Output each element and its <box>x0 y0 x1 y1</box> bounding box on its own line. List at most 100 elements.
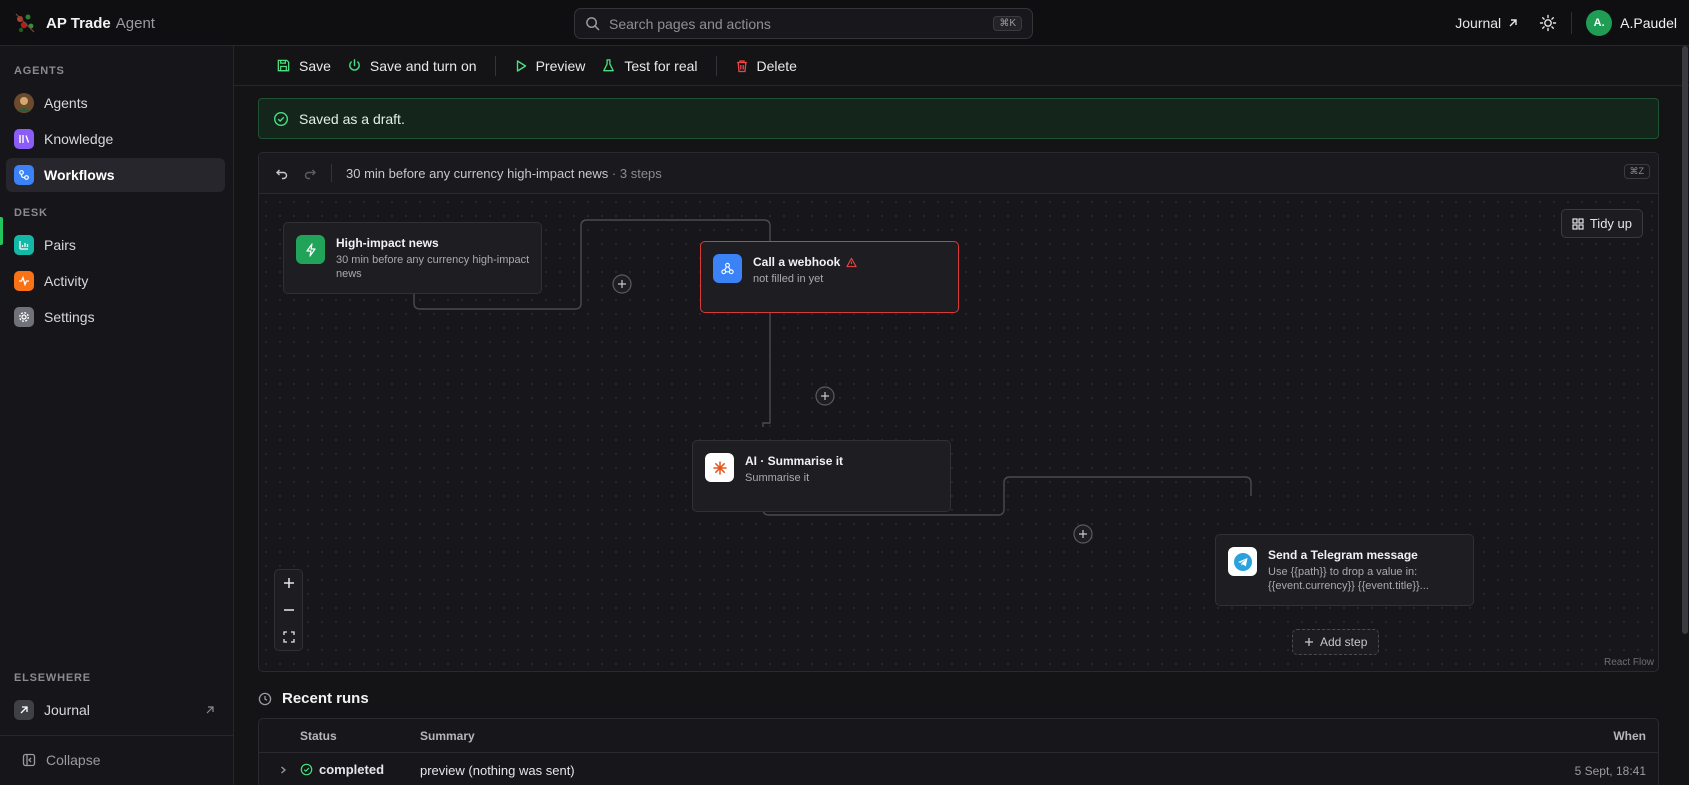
node-webhook[interactable]: Call a webhook not filled in yet <box>700 241 959 313</box>
sidebar-item-pairs[interactable]: Pairs <box>6 228 225 262</box>
gear-icon <box>14 307 34 327</box>
sidebar-item-label: Settings <box>44 309 95 325</box>
delete-button[interactable]: Delete <box>727 51 805 81</box>
runs-table: Status Summary When completed preview (n… <box>258 718 1659 785</box>
fit-view-button[interactable] <box>275 623 302 650</box>
recent-runs-title: Recent runs <box>282 690 369 707</box>
sidebar-collapse-icon <box>22 753 36 767</box>
recent-runs-heading: Recent runs <box>258 690 369 707</box>
search-placeholder: Search pages and actions <box>609 15 771 32</box>
column-when[interactable]: When <box>1613 729 1646 743</box>
chevron-right-icon[interactable] <box>278 765 288 775</box>
sidebar-item-settings[interactable]: Settings <box>6 300 225 334</box>
run-status-text: completed <box>319 762 385 777</box>
node-title: AI · Summarise it <box>745 454 843 468</box>
status-banner-text: Saved as a draft. <box>299 110 405 127</box>
plus-icon <box>1305 638 1313 646</box>
column-status[interactable]: Status <box>300 729 337 743</box>
node-title-text: Call a webhook <box>753 255 841 269</box>
fit-view-icon <box>282 631 295 643</box>
add-step-label: Add step <box>1320 635 1368 649</box>
top-bar: AP Trade Agent Search pages and actions … <box>0 0 1689 46</box>
external-link-icon <box>14 700 34 720</box>
node-title-text: High-impact news <box>336 236 439 250</box>
node-telegram[interactable]: Send a Telegram message Use {{path}} to … <box>1215 534 1474 606</box>
node-subtitle: 30 min before any currency high-impact n… <box>336 254 530 280</box>
node-subtitle: not filled in yet <box>753 273 824 285</box>
theme-toggle-icon[interactable] <box>1539 14 1557 32</box>
workflow-icon <box>14 165 34 185</box>
node-ai-summarise[interactable]: AI · Summarise it Summarise it <box>692 440 951 512</box>
node-title: High-impact news <box>336 236 439 250</box>
react-flow-attribution[interactable]: React Flow <box>1604 657 1654 668</box>
zoom-in-button[interactable] <box>275 570 302 597</box>
page-scrollbar[interactable] <box>1681 46 1689 634</box>
app-name: AP Trade <box>46 14 111 32</box>
toolbar-divider <box>494 55 496 76</box>
trash-icon <box>736 59 747 72</box>
flask-icon <box>603 59 615 72</box>
preview-button[interactable]: Preview <box>506 51 594 81</box>
sidebar-item-label: Knowledge <box>44 131 114 147</box>
sidebar-item-journal[interactable]: Journal <box>6 693 225 727</box>
telegram-icon <box>1228 547 1257 576</box>
run-when: 5 Sept, 18:41 <box>1574 764 1646 778</box>
minus-icon <box>283 609 294 611</box>
save-button[interactable]: Save <box>268 51 339 81</box>
sparkle-icon <box>705 453 734 482</box>
sidebar-section-desk: DESK <box>14 207 48 219</box>
add-step-button[interactable]: Add step <box>1292 629 1380 655</box>
play-icon <box>516 59 526 72</box>
edge-webhook-ai <box>762 308 771 427</box>
node-trigger[interactable]: High-impact news 30 min before any curre… <box>283 222 542 294</box>
sidebar-item-label: Pairs <box>44 237 76 253</box>
status-banner: Saved as a draft. <box>258 98 1659 139</box>
zoom-out-button[interactable] <box>275 597 302 624</box>
table-row[interactable]: completed preview (nothing was sent) 5 S… <box>259 753 1658 785</box>
column-summary[interactable]: Summary <box>420 729 475 743</box>
user-menu[interactable]: A. A.Paudel <box>1586 10 1677 36</box>
journal-link[interactable]: Journal <box>1455 15 1519 31</box>
clock-icon <box>258 692 272 705</box>
external-link-icon <box>1509 19 1517 27</box>
webhook-icon <box>713 254 742 283</box>
save-and-turn-on-label: Save and turn on <box>369 57 477 74</box>
library-icon <box>14 129 34 149</box>
sidebar-item-label: Agents <box>44 95 88 111</box>
brand[interactable]: AP Trade Agent <box>12 10 155 36</box>
run-summary: preview (nothing was sent) <box>420 763 575 778</box>
lightning-icon <box>296 235 325 264</box>
pulse-icon <box>14 271 34 291</box>
toolbar-divider <box>715 55 717 76</box>
editor-toolbar: Save Save and turn on Preview Test for r… <box>234 46 1689 86</box>
workflow-canvas[interactable]: 30 min before any currency high-impact n… <box>258 152 1659 672</box>
sidebar-item-label: Journal <box>44 702 90 718</box>
sidebar-item-workflows[interactable]: Workflows <box>6 158 225 192</box>
collapse-button[interactable]: Collapse <box>22 752 100 768</box>
check-circle-icon <box>300 763 313 776</box>
sidebar-section-elsewhere: ELSEWHERE <box>14 672 91 684</box>
preview-label: Preview <box>535 57 586 74</box>
collapse-label: Collapse <box>46 752 101 768</box>
warning-icon <box>846 257 857 267</box>
sidebar-item-agents[interactable]: Agents <box>6 86 225 120</box>
search-icon <box>586 17 600 31</box>
agent-avatar-icon <box>14 93 34 113</box>
scrollbar-thumb[interactable] <box>1682 46 1688 634</box>
sidebar-item-activity[interactable]: Activity <box>6 264 225 298</box>
table-header: Status Summary When <box>259 719 1658 753</box>
search-shortcut: ⌘K <box>993 16 1022 31</box>
save-label: Save <box>299 57 331 74</box>
chart-icon <box>14 235 34 255</box>
node-title: Send a Telegram message <box>1268 548 1418 562</box>
active-indicator <box>0 217 3 245</box>
sidebar: AGENTS Agents Knowledge Workflows DESK P… <box>0 46 234 785</box>
plus-icon <box>283 578 294 589</box>
journal-link-label: Journal <box>1455 15 1502 31</box>
sidebar-item-knowledge[interactable]: Knowledge <box>6 122 225 156</box>
save-and-turn-on-button[interactable]: Save and turn on <box>339 51 485 81</box>
test-for-real-label: Test for real <box>624 57 698 74</box>
test-for-real-button[interactable]: Test for real <box>593 51 705 81</box>
search-input[interactable]: Search pages and actions ⌘K <box>574 8 1033 39</box>
power-icon <box>349 59 360 71</box>
